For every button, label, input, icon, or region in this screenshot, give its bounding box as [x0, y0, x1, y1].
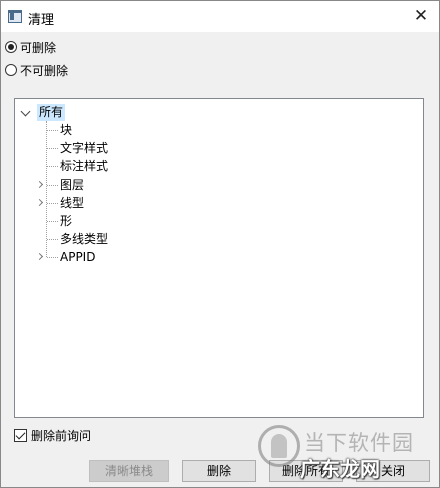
- tree-item-spacer: [37, 157, 45, 175]
- delete-all-button[interactable]: 删除所有: [269, 460, 343, 482]
- tree-item-label: 图层: [60, 178, 85, 192]
- chevron-down-icon[interactable]: [21, 108, 31, 118]
- chevron-right-icon[interactable]: [37, 176, 45, 194]
- tree-item-spacer: [37, 121, 45, 139]
- tree-item-label: APPID: [60, 250, 96, 264]
- tree-item-dim-style[interactable]: 标注样式: [37, 157, 108, 175]
- tree-root-all[interactable]: 所有: [21, 104, 66, 121]
- confirm-checkbox[interactable]: [14, 428, 27, 442]
- radio-purgeable[interactable]: 可删除: [5, 39, 56, 55]
- tree-item-block[interactable]: 块: [37, 121, 72, 139]
- tree-connector: [47, 238, 58, 240]
- tree-item-label: 形: [60, 214, 73, 228]
- tree-item-layer[interactable]: 图层: [37, 176, 84, 194]
- clean-stack-button[interactable]: 清晰堆栈: [89, 460, 169, 482]
- tree-item-spacer: [37, 139, 45, 157]
- tree-item-mline-style[interactable]: 多线类型: [37, 230, 108, 248]
- tree-item-text-style[interactable]: 文字样式: [37, 139, 108, 157]
- title-bar: 清理 ✕: [1, 1, 439, 32]
- tree-item-shape[interactable]: 形: [37, 212, 72, 230]
- confirm-before-delete[interactable]: 删除前询问: [14, 427, 91, 443]
- purge-tree-view[interactable]: 所有 块 文字样式 标注样式 图层 线型 形 多线类型 APPID: [14, 98, 424, 418]
- watermark-text-top: 当下软件园: [304, 431, 414, 455]
- chevron-right-icon[interactable]: [37, 194, 45, 212]
- radio-non-purgeable-label: 不可删除: [20, 63, 69, 78]
- tree-item-spacer: [37, 230, 45, 248]
- tree-item-appid[interactable]: APPID: [37, 248, 95, 266]
- tree-connector: [47, 184, 58, 186]
- radio-purgeable-indicator[interactable]: [5, 41, 17, 53]
- tree-item-spacer: [37, 212, 45, 230]
- radio-non-purgeable[interactable]: 不可删除: [5, 62, 68, 78]
- delete-button[interactable]: 删除: [182, 460, 256, 482]
- tree-item-label: 多线类型: [60, 232, 109, 246]
- tree-item-label: 块: [60, 123, 73, 137]
- confirm-checkbox-label: 删除前询问: [31, 428, 92, 443]
- tree-root-label: 所有: [37, 104, 66, 121]
- tree-item-label: 文字样式: [60, 141, 109, 155]
- tree-connector: [47, 220, 58, 222]
- tree-item-label: 标注样式: [60, 159, 109, 173]
- window-app-icon: [8, 10, 22, 23]
- close-button[interactable]: 关闭: [356, 460, 430, 482]
- tree-connector: [47, 129, 58, 131]
- tree-connector: [47, 147, 58, 149]
- tree-connector: [47, 165, 58, 167]
- tree-connector: [47, 256, 58, 258]
- tree-connector: [47, 202, 58, 204]
- tree-item-label: 线型: [60, 196, 85, 210]
- purge-dialog: 清理 ✕ 可删除 不可删除 所有 块 文字样式 标注样式 图层 线型 形 多线类…: [0, 0, 440, 488]
- radio-purgeable-label: 可删除: [20, 40, 57, 55]
- tree-item-linetype[interactable]: 线型: [37, 194, 84, 212]
- radio-non-purgeable-indicator[interactable]: [5, 64, 17, 76]
- chevron-right-icon[interactable]: [37, 248, 45, 266]
- close-icon[interactable]: ✕: [409, 5, 433, 27]
- window-title: 清理: [28, 13, 55, 28]
